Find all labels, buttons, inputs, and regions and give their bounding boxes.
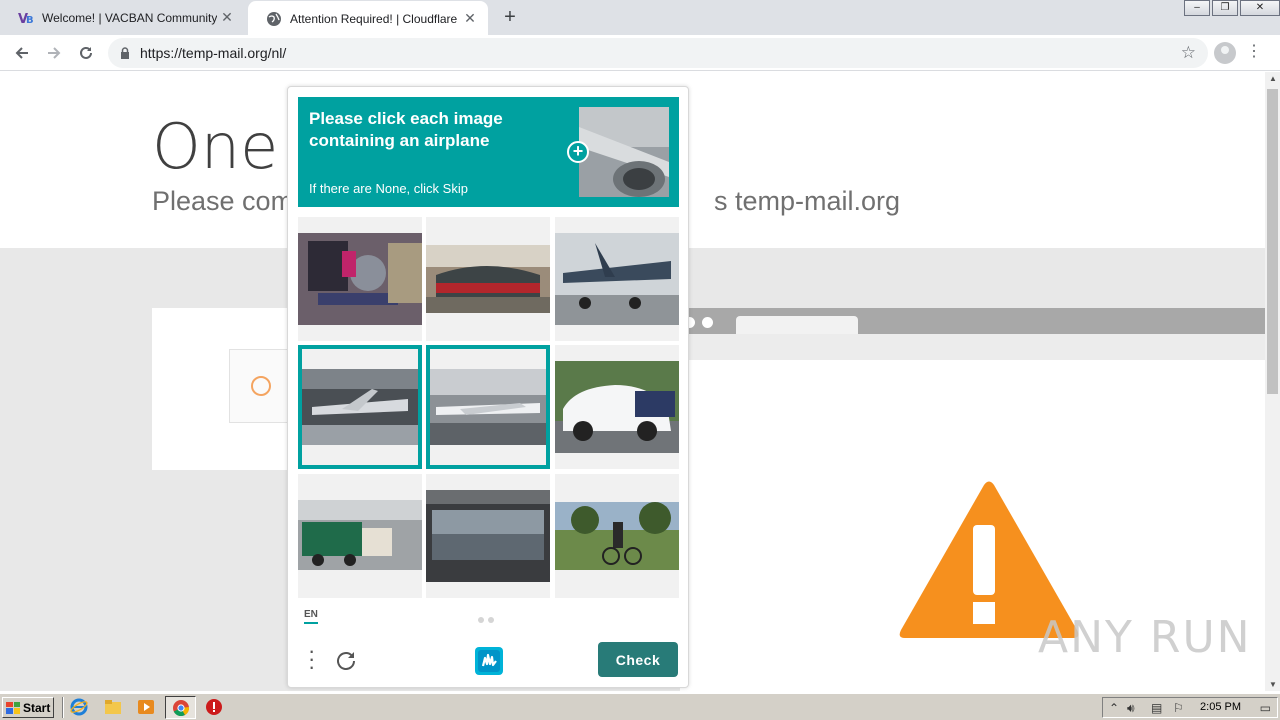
illustration-address-row [680,334,1265,360]
kebab-menu-icon[interactable]: ⋮ [1246,42,1262,62]
hcaptcha-challenge: Please click each image containing an ai… [287,86,689,688]
network-icon[interactable]: ▤ [1151,701,1162,715]
page-scrollbar[interactable]: ▲ ▼ [1265,72,1280,691]
scroll-down-icon[interactable]: ▼ [1269,680,1277,689]
taskbar-separator [62,697,64,718]
back-arrow-icon [15,47,28,59]
tab-cloudflare[interactable]: Attention Required! | Cloudflare ✕ [248,1,488,36]
image-tile-4[interactable] [298,345,422,469]
illustration-tab [736,316,858,334]
check-button[interactable]: Check [598,642,678,677]
challenge-question: Please click each image containing an ai… [309,109,503,150]
tab-vacban[interactable]: VB Welcome! | VACBAN Community ✕ [0,0,245,35]
image-tile-7[interactable] [298,474,422,598]
vacban-icon: VB [18,10,34,26]
expand-example-icon[interactable]: + [567,141,589,163]
url-text: https://temp-mail.org/nl/ [140,45,287,61]
folder-icon[interactable] [104,698,122,716]
tab-strip: VB Welcome! | VACBAN Community ✕ Attenti… [0,0,1280,36]
svg-text:B: B [26,15,34,26]
challenge-progress [478,617,494,623]
scroll-up-icon[interactable]: ▲ [1269,74,1277,83]
restore-button[interactable]: ❐ [1212,0,1238,16]
address-bar[interactable]: https://temp-mail.org/nl/ [108,38,1208,68]
tab-title: Attention Required! | Cloudflare [290,11,458,26]
image-tile-1[interactable] [298,217,422,341]
globe-icon [266,11,282,27]
start-label: Start [23,700,51,715]
reload-button[interactable] [72,39,100,67]
tab-title: Welcome! | VACBAN Community [42,10,217,25]
close-tab-icon[interactable]: ✕ [217,9,237,26]
image-tile-6[interactable] [555,345,679,469]
bookmark-star-icon[interactable]: ☆ [1181,43,1196,63]
close-tab-icon[interactable]: ✕ [460,10,480,27]
taskbar: Start ⌃ 🔊︎ ▤ ⚐ 2:05 PM ▭ [0,693,1280,720]
profile-avatar[interactable] [1214,42,1236,64]
image-tile-9[interactable] [555,474,679,598]
hcaptcha-logo-icon [475,647,503,675]
start-button[interactable]: Start [2,697,54,718]
browser-toolbar: https://temp-mail.org/nl/ ☆ ⋮ [0,35,1280,71]
windows-logo-icon [6,701,20,714]
watermark: ANY RUN [1038,612,1252,663]
image-tile-3[interactable] [555,217,679,341]
forward-arrow-icon [48,47,61,59]
window-controls: – ❐ ✕ [1182,0,1280,16]
minimize-button[interactable]: – [1184,0,1210,16]
show-desktop-icon[interactable]: ▭ [1260,701,1271,715]
dots-menu-icon[interactable]: · · · [308,640,315,678]
tray-expand-icon[interactable]: ⌃ [1109,701,1119,715]
back-button[interactable] [8,39,36,67]
subtitle-left: Please com [152,186,294,216]
internet-explorer-icon[interactable] [70,698,88,716]
stop-icon[interactable] [205,698,223,716]
forward-button[interactable] [40,39,68,67]
illustration-dot [702,317,713,328]
scrollbar-thumb[interactable] [1267,89,1278,394]
volume-icon[interactable]: 🔊︎ [1127,701,1135,716]
new-tab-button[interactable]: + [498,6,522,30]
challenge-prompt: Please click each image containing an ai… [298,97,679,207]
loading-circle-icon [251,376,271,396]
chrome-taskbar-item[interactable] [165,696,196,719]
clock: 2:05 PM [1200,701,1241,713]
skip-hint: If there are None, click Skip [309,181,468,196]
chrome-icon [173,700,190,717]
image-tile-2[interactable] [426,217,550,341]
image-tile-5[interactable] [426,345,550,469]
image-grid [298,217,679,598]
reload-icon [80,46,92,59]
system-tray: ⌃ 🔊︎ ▤ ⚐ 2:05 PM ▭ [1102,697,1278,718]
image-tile-8[interactable] [426,474,550,598]
close-window-button[interactable]: ✕ [1240,0,1280,16]
refresh-icon[interactable] [334,649,358,673]
language-selector[interactable]: EN [304,609,318,624]
example-image[interactable] [579,107,669,197]
action-center-flag-icon[interactable]: ⚐ [1173,701,1184,715]
lock-icon [121,47,129,59]
subtitle-right: s temp-mail.org [714,186,901,216]
media-player-icon[interactable] [137,698,155,716]
